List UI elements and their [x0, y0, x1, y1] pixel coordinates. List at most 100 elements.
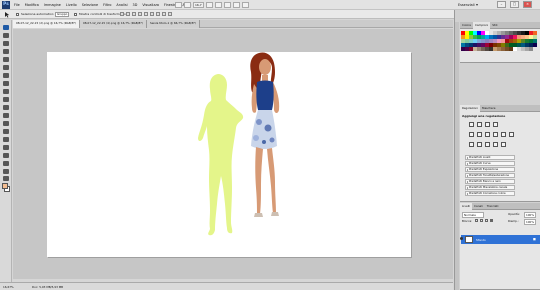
threshold-icon[interactable]: [485, 142, 490, 147]
bridge-icon[interactable]: [175, 2, 182, 8]
gradient-map-icon[interactable]: [493, 142, 498, 147]
marquee-tool-icon[interactable]: [3, 33, 9, 38]
move-tool-icon[interactable]: [4, 11, 11, 18]
minimize-button[interactable]: –: [497, 1, 506, 8]
tab-colore[interactable]: Colore: [460, 22, 473, 29]
auto-align-icon[interactable]: [168, 12, 172, 16]
collapsed-panel-icons[interactable]: [455, 22, 459, 290]
fill-field[interactable]: 100%: [524, 219, 536, 225]
mini-bridge-icon[interactable]: [184, 2, 191, 8]
menu-livello[interactable]: Livello: [66, 3, 77, 7]
brush-tool-icon[interactable]: [3, 81, 9, 86]
document-tab[interactable]: 08-07-12_22-15 (2).png @ 16,7% (RGB/8*): [13, 20, 80, 28]
eye-icon[interactable]: [460, 237, 463, 240]
screen-mode-icon[interactable]: [241, 2, 249, 8]
status-zoom[interactable]: 16,67%: [3, 285, 14, 289]
menu-file[interactable]: File: [14, 3, 20, 7]
preset-item[interactable]: Predefiniti Livelli: [465, 155, 515, 160]
black-white-icon[interactable]: [493, 132, 498, 137]
menu-selezione[interactable]: Selezione: [82, 3, 98, 7]
layer-row-sfondo[interactable]: Sfondo ■: [460, 235, 540, 244]
pen-tool-icon[interactable]: [3, 137, 9, 142]
photo-filter-icon[interactable]: [501, 132, 506, 137]
eraser-tool-icon[interactable]: [3, 105, 9, 110]
tab-campioni[interactable]: Campioni: [472, 22, 491, 29]
blend-mode-select[interactable]: Normale: [462, 212, 484, 218]
selective-color-icon[interactable]: [501, 142, 506, 147]
hue-saturation-icon[interactable]: [477, 132, 482, 137]
rotate-view-icon[interactable]: [223, 2, 231, 8]
menu-visualizza[interactable]: Visualizza: [142, 3, 159, 7]
crop-tool-icon[interactable]: [3, 57, 9, 62]
menu-immagine[interactable]: Immagine: [44, 3, 61, 7]
lock-pixels-icon[interactable]: [480, 219, 483, 222]
auto-select-checkbox[interactable]: [16, 13, 19, 16]
invert-icon[interactable]: [469, 142, 474, 147]
gradient-tool-icon[interactable]: [3, 113, 9, 118]
hand-tool-icon[interactable]: [3, 169, 9, 174]
document-tab[interactable]: 08-07-12_22-15 (4).png @ 16,7% (RGB/8*): [79, 20, 147, 28]
document-tab[interactable]: Senza titolo-1 @ 66,7% (RGB/8*): [146, 20, 200, 28]
preset-item[interactable]: Predefiniti Bianco e nero: [465, 179, 515, 184]
sim-silhouette-layer[interactable]: [195, 72, 245, 238]
dodge-tool-icon[interactable]: [3, 129, 9, 134]
tab-stili[interactable]: Stili: [490, 22, 499, 29]
menu-filtro[interactable]: Filtro: [103, 3, 111, 7]
lasso-tool-icon[interactable]: [3, 41, 9, 46]
move-tool-icon[interactable]: [3, 25, 9, 30]
preset-item[interactable]: Predefiniti Curve: [465, 161, 515, 166]
preset-item[interactable]: Predefiniti Miscelatore canale: [465, 185, 515, 190]
path-selection-icon[interactable]: [3, 153, 9, 158]
maximize-button[interactable]: □: [510, 1, 519, 8]
workspace-switcher[interactable]: Essenziali: [458, 3, 475, 7]
align-bottom-icon[interactable]: [132, 12, 136, 16]
eyedropper-tool-icon[interactable]: [3, 65, 9, 70]
zoom-tool-icon[interactable]: [214, 2, 222, 8]
tab-canali[interactable]: Canali: [472, 203, 485, 210]
swatch[interactable]: [529, 47, 533, 51]
menu-analisi[interactable]: Analisi: [116, 3, 127, 7]
healing-brush-icon[interactable]: [3, 73, 9, 78]
chevron-down-icon[interactable]: [476, 4, 478, 6]
menu-modifica[interactable]: Modifica: [25, 3, 39, 7]
type-tool-icon[interactable]: [3, 145, 9, 150]
tab-tracciati[interactable]: Tracciati: [485, 203, 501, 210]
zoom-level-select[interactable]: 16,7: [193, 2, 204, 8]
align-top-icon[interactable]: [120, 12, 124, 16]
align-left-icon[interactable]: [138, 12, 142, 16]
history-brush-icon[interactable]: [3, 97, 9, 102]
clone-stamp-icon[interactable]: [3, 89, 9, 94]
hand-tool-icon[interactable]: [205, 2, 213, 8]
posterize-icon[interactable]: [477, 142, 482, 147]
opacity-field[interactable]: 100%: [524, 212, 536, 218]
exposure-icon[interactable]: [493, 122, 498, 127]
shape-tool-icon[interactable]: [3, 161, 9, 166]
align-right-icon[interactable]: [150, 12, 154, 16]
levels-icon[interactable]: [477, 122, 482, 127]
preset-item[interactable]: Predefiniti Esposizione: [465, 167, 515, 172]
lock-position-icon[interactable]: [485, 219, 488, 222]
tab-livelli[interactable]: Livelli: [460, 203, 473, 210]
color-balance-icon[interactable]: [485, 132, 490, 137]
preset-item[interactable]: Predefiniti Correzione colore: [465, 191, 515, 196]
foreground-color-swatch[interactable]: [2, 183, 8, 189]
channel-mixer-icon[interactable]: [509, 132, 514, 137]
distribute-icon[interactable]: [156, 12, 160, 16]
curves-icon[interactable]: [485, 122, 490, 127]
swatch[interactable]: [533, 43, 537, 47]
distribute-h-icon[interactable]: [162, 12, 166, 16]
tab-regolazioni[interactable]: Regolazioni: [460, 105, 481, 112]
preset-item[interactable]: Predefiniti Tonalità/saturazione: [465, 173, 515, 178]
close-button[interactable]: ×: [523, 1, 532, 8]
blur-tool-icon[interactable]: [3, 121, 9, 126]
lock-all-icon[interactable]: [490, 219, 493, 222]
quick-selection-tool-icon[interactable]: [3, 49, 9, 54]
vibrance-icon[interactable]: [469, 132, 474, 137]
transform-controls-checkbox[interactable]: [74, 13, 77, 16]
menu-3d[interactable]: 3D: [133, 3, 138, 7]
align-center-icon[interactable]: [144, 12, 148, 16]
sim-character-layer[interactable]: [239, 50, 295, 220]
zoom-tool-icon[interactable]: [3, 176, 9, 181]
lock-transparency-icon[interactable]: [475, 219, 478, 222]
auto-select-dropdown[interactable]: Gruppo: [55, 12, 69, 17]
